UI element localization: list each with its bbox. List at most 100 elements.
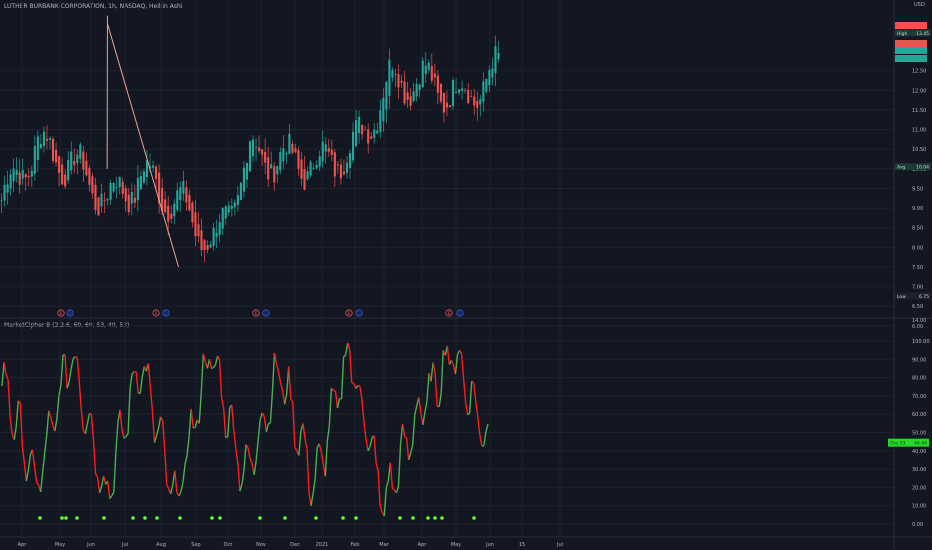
osc-segment — [125, 433, 129, 437]
candle-body — [285, 153, 288, 155]
candle-body — [388, 59, 391, 96]
osc-segment — [263, 416, 268, 432]
candle-body — [309, 162, 312, 176]
osc-segment — [279, 382, 284, 391]
candle-body — [121, 181, 124, 195]
osc-segment — [3, 362, 7, 375]
osc-segment — [56, 395, 60, 420]
price-tick: 9.50 — [912, 186, 923, 192]
price-tick: 7.50 — [912, 265, 923, 271]
candle-body — [27, 175, 30, 178]
osc-segment — [458, 350, 463, 354]
osc-segment — [407, 452, 412, 461]
buy-dot — [341, 516, 345, 520]
candle-body — [12, 168, 15, 182]
osc-segment — [377, 471, 381, 507]
osc-segment — [239, 484, 243, 492]
candle-body — [348, 152, 352, 168]
osc-segment — [9, 417, 13, 435]
candle-body — [167, 205, 170, 222]
time-label: Oct — [224, 542, 233, 548]
candle-body — [15, 169, 18, 175]
osc-segment — [460, 353, 465, 379]
candle-body — [276, 166, 279, 175]
osc-segment — [147, 363, 152, 389]
osc-segment — [113, 452, 117, 493]
candle-body — [82, 151, 85, 170]
low-tag-label: Low — [897, 294, 906, 300]
price-tick: 6.50 — [912, 304, 923, 310]
time-label: Aug — [156, 542, 166, 548]
osc-segment — [180, 482, 184, 492]
candle-body — [358, 116, 361, 134]
osc-segment — [304, 438, 308, 450]
candle-body — [321, 141, 324, 162]
candle-body — [94, 184, 97, 211]
osc-segment — [389, 462, 394, 489]
osc-segment — [432, 362, 436, 374]
candle-body — [464, 89, 467, 91]
avg-tag-value: 10.04 — [916, 165, 929, 171]
time-label: Jun — [86, 542, 95, 548]
osc-segment — [306, 449, 310, 494]
candle-body — [79, 144, 82, 159]
price-tick: 12.00 — [912, 88, 926, 94]
buy-dot — [283, 516, 287, 520]
osc-segment — [182, 464, 186, 483]
osc-segment — [324, 441, 329, 477]
candle-body — [336, 164, 339, 166]
osc-segment — [265, 423, 270, 432]
time-label: Dec — [290, 542, 300, 548]
osc-segment — [157, 416, 162, 429]
osc-segment — [363, 421, 367, 440]
osc-segment — [399, 423, 404, 445]
candle-body — [127, 194, 130, 213]
osc-segment — [318, 443, 322, 452]
candle-body — [70, 151, 73, 171]
osc-segment — [135, 371, 139, 394]
osc-segment — [473, 383, 477, 402]
candle-body — [21, 169, 24, 179]
candle-body — [67, 160, 70, 181]
candle-body — [361, 124, 364, 135]
osc-segment — [277, 371, 282, 383]
osc-segment — [336, 398, 341, 409]
candle-body — [76, 154, 79, 164]
dividend-letter: D — [357, 311, 361, 317]
candle-body — [176, 190, 179, 211]
osc-segment — [430, 362, 434, 382]
osc-segment — [5, 374, 9, 381]
osc-segment — [208, 359, 213, 369]
osc-segment — [1, 362, 5, 386]
candle-body — [403, 81, 406, 104]
candle-body — [345, 162, 349, 173]
osc-segment — [163, 448, 168, 485]
osc-segment — [76, 357, 80, 382]
candle-body — [39, 143, 42, 149]
osc-segment — [68, 368, 72, 382]
chart-canvas[interactable]: EDEDEDEDED 12.5012.0011.5011.0010.5010.0… — [0, 0, 932, 550]
candle-body — [191, 202, 194, 223]
time-label: Feb — [351, 542, 360, 548]
buy-dot — [440, 516, 444, 520]
buy-dot — [258, 516, 262, 520]
candle-body — [370, 136, 373, 139]
osc-tick: 0.00 — [912, 522, 923, 528]
buy-dot — [60, 516, 64, 520]
candle-body — [239, 182, 242, 200]
osc-current-value: 44.44 — [914, 440, 927, 446]
candle-body — [91, 176, 94, 194]
candle-body — [185, 187, 188, 203]
candle-body — [479, 99, 482, 105]
dividend-letter: D — [264, 311, 268, 317]
candle-body — [115, 186, 118, 188]
candle-body — [48, 138, 52, 140]
osc-segment — [255, 439, 259, 461]
osc-segment — [424, 401, 428, 413]
last-price-marker — [895, 22, 927, 29]
candle-body — [485, 78, 488, 92]
osc-segment — [243, 444, 247, 471]
candle-body — [164, 199, 167, 213]
candle-body — [45, 138, 49, 141]
osc-segment — [268, 422, 271, 425]
